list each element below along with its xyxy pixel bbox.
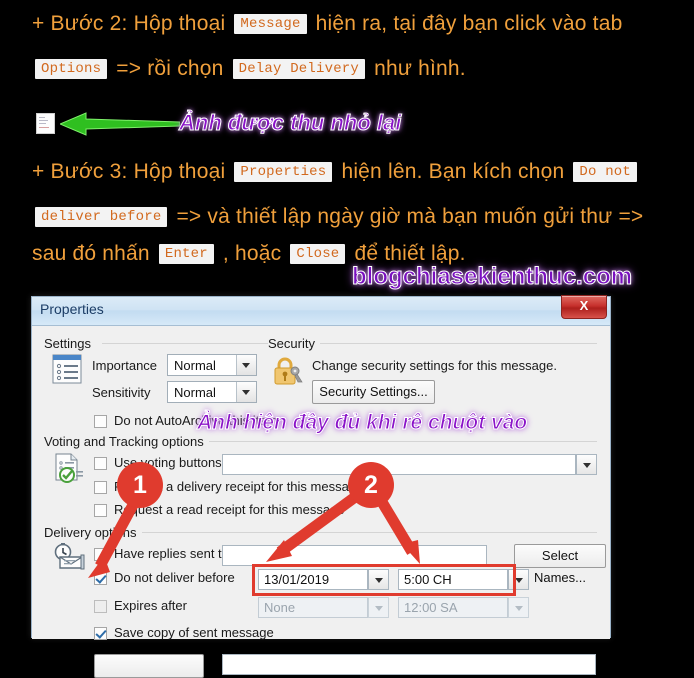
voting-buttons-dropdown-arrow[interactable] [576,454,597,475]
security-settings-button[interactable]: Security Settings... [312,380,435,404]
annotation-hover-caption: Ảnh hiện đầy đủ khi rê chuột vào [196,411,528,435]
dialog-title-bar[interactable]: Properties X [32,295,610,326]
security-group-rule [320,343,597,344]
tutorial-line-1-part-a: + Bước 2: Hộp thoại [32,12,226,35]
read-receipt-checkbox[interactable] [94,504,107,517]
tutorial-text-region: + Bước 2: Hộp thoại Message hiện ra, tại… [0,0,694,296]
select-names-button[interactable]: Select Names... [514,544,606,585]
have-replies-sent-to-input[interactable] [222,545,487,566]
tutorial-line-4-part-a: => và thiết lập ngày giờ mà bạn muốn gửi… [176,205,644,228]
title-bar-ghost-text [212,305,216,319]
sensitivity-label: Sensitivity [92,385,151,400]
sensitivity-value: Normal [174,385,216,400]
deliver-time-input[interactable]: 5:00 CH [398,569,508,590]
tutorial-line-3-part-b: hiện lên. Bạn kích chọn [341,160,565,183]
have-replies-sent-to-checkbox[interactable] [94,548,107,561]
importance-dropdown[interactable]: Normal [167,354,257,376]
voting-group-rule [198,441,597,442]
code-chip-deliver-before: deliver before [35,207,168,227]
expires-time-input: 12:00 SA [398,597,508,618]
use-voting-buttons-checkbox[interactable] [94,457,107,470]
deliver-time-dropdown-arrow[interactable] [508,569,529,590]
code-chip-delay-delivery: Delay Delivery [232,59,366,79]
green-arrow-icon [60,112,180,136]
thumbnail-line-2 [39,120,48,121]
thumbnail-line-3 [39,123,46,124]
tutorial-line-3: + Bước 3: Hộp thoại Properties hiện lên.… [32,160,640,184]
close-icon[interactable]: X [561,295,607,319]
expires-after-label: Expires after [114,598,187,613]
code-chip-close: Close [290,244,346,264]
delivery-group-rule [136,532,597,533]
code-chip-enter: Enter [158,244,214,264]
voting-group-label: Voting and Tracking options [44,434,209,449]
step-marker-1: 1 [117,462,163,508]
voting-document-icon [55,453,83,483]
security-group-label: Security [268,336,320,351]
dialog-title: Properties [40,301,104,317]
tutorial-line-1: + Bước 2: Hộp thoại Message hiện ra, tại… [32,12,622,36]
have-replies-sent-to-label: Have replies sent to [114,546,229,561]
clock-envelope-icon [54,543,85,570]
properties-dialog: Properties X Settings Importance Normal … [31,295,611,678]
deliver-date-dropdown-arrow[interactable] [368,569,389,590]
code-chip-properties: Properties [234,162,333,182]
code-chip-do-not: Do not [573,162,638,182]
security-description: Change security settings for this messag… [312,358,557,373]
thumbnail-line-4 [39,127,49,128]
expires-after-checkbox[interactable] [94,600,107,613]
do-not-deliver-before-label: Do not deliver before [114,570,235,585]
do-not-deliver-before-checkbox[interactable] [94,572,107,585]
settings-list-icon [52,354,82,384]
minimized-image-thumbnail[interactable] [36,113,55,134]
expires-date-input: None [258,597,368,618]
tutorial-line-2-part-b: như hình. [374,57,466,80]
annotation-thumbnail-caption: Ảnh được thu nhỏ lại [178,110,402,136]
expires-date-dropdown-arrow [368,597,389,618]
bottom-input[interactable] [222,654,596,675]
importance-label: Importance [92,358,158,373]
tutorial-line-2: Options => rồi chọn Delay Delivery như h… [32,57,466,81]
delivery-group-label: Delivery options [44,525,142,540]
tutorial-line-5-part-a: sau đó nhấn [32,242,150,265]
tutorial-line-5-part-b: , hoặc [222,242,282,265]
voting-buttons-input[interactable] [222,454,576,475]
chevron-down-icon[interactable] [236,355,256,375]
code-chip-message: Message [234,14,307,34]
delivery-receipt-checkbox[interactable] [94,481,107,494]
code-chip-options: Options [35,59,108,79]
lock-icon [274,357,303,385]
tutorial-line-3-part-a: + Bước 3: Hộp thoại [32,160,226,183]
sensitivity-dropdown[interactable]: Normal [167,381,257,403]
settings-group-label: Settings [44,336,96,351]
tutorial-line-1-part-b: hiện ra, tại đây bạn click vào tab [315,12,623,35]
chevron-down-icon[interactable] [236,382,256,402]
deliver-date-input[interactable]: 13/01/2019 [258,569,368,590]
tutorial-line-5-part-c: để thiết lập. [354,242,466,265]
watermark: blogchiasekienthuc.com [351,263,633,291]
tutorial-line-4: deliver before => và thiết lập ngày giờ … [32,205,643,229]
do-not-autoarchive-checkbox[interactable] [94,415,107,428]
settings-group-rule [102,343,292,344]
step-marker-2: 2 [348,462,394,508]
importance-value: Normal [174,358,216,373]
save-copy-checkbox[interactable] [94,627,107,640]
bottom-button-left[interactable] [94,654,204,678]
thumbnail-line-1 [39,117,45,118]
tutorial-line-2-part-a: => rồi chọn [116,57,224,80]
expires-time-dropdown-arrow [508,597,529,618]
